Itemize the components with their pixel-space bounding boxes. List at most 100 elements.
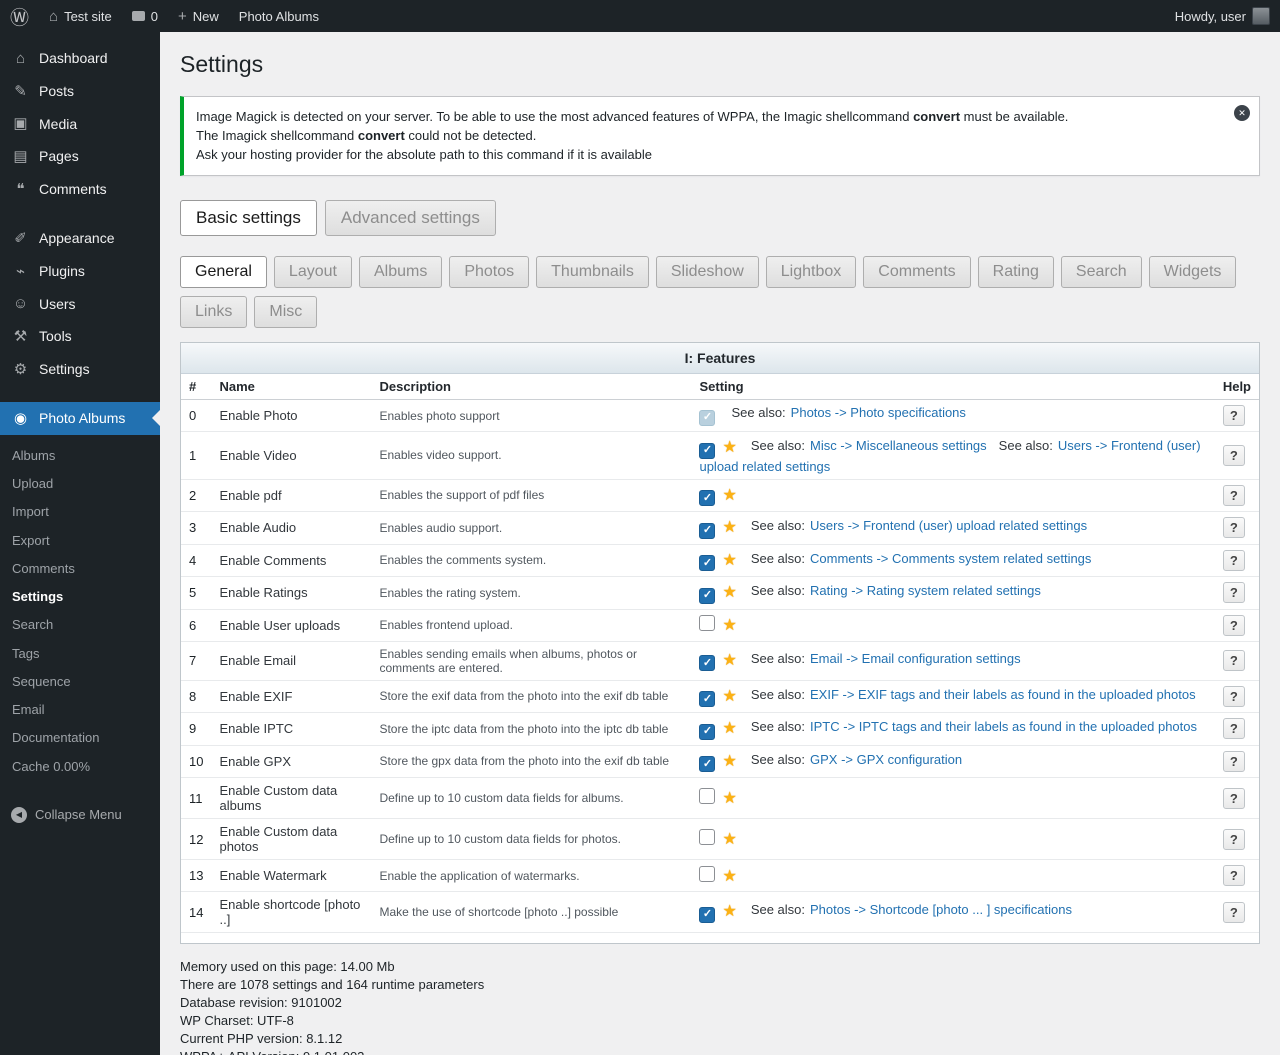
see-also-link[interactable]: Comments -> Comments system related sett…: [810, 551, 1091, 566]
star-icon: ★: [722, 720, 736, 737]
tab-search[interactable]: Search: [1061, 256, 1142, 288]
tab-widgets[interactable]: Widgets: [1149, 256, 1237, 288]
tab-links[interactable]: Links: [180, 296, 247, 328]
photo-albums-toolbar-link[interactable]: Photo Albums: [229, 0, 329, 32]
submenu-item-cache-0-00[interactable]: Cache 0.00%: [0, 753, 160, 781]
help-button[interactable]: ?: [1223, 517, 1245, 538]
sidebar-item-media[interactable]: ▣Media: [0, 108, 160, 141]
help-button[interactable]: ?: [1223, 445, 1245, 466]
new-content-menu[interactable]: + New: [168, 0, 229, 32]
see-also-link[interactable]: EXIF -> EXIF tags and their labels as fo…: [810, 687, 1196, 702]
tab-basic-settings[interactable]: Basic settings: [180, 200, 317, 236]
submenu-item-export[interactable]: Export: [0, 527, 160, 555]
see-also: See also:GPX -> GPX configuration: [751, 752, 962, 767]
help-button[interactable]: ?: [1223, 650, 1245, 671]
help-button[interactable]: ?: [1223, 718, 1245, 739]
setting-checkbox[interactable]: [699, 615, 715, 631]
admin-notice: Image Magick is detected on your server.…: [180, 96, 1260, 176]
setting-checkbox[interactable]: ✓: [699, 490, 715, 506]
help-button[interactable]: ?: [1223, 829, 1245, 850]
help-button[interactable]: ?: [1223, 485, 1245, 506]
setting-checkbox[interactable]: ✓: [699, 555, 715, 571]
submenu-item-import[interactable]: Import: [0, 498, 160, 526]
setting-description: Define up to 10 custom data fields for p…: [371, 819, 691, 860]
submenu-item-settings[interactable]: Settings: [0, 583, 160, 611]
sidebar-item-comments[interactable]: ❝Comments: [0, 173, 160, 206]
setting-checkbox[interactable]: ✓: [699, 443, 715, 459]
dismiss-notice-icon[interactable]: ✕: [1234, 105, 1250, 121]
tab-albums[interactable]: Albums: [359, 256, 442, 288]
sidebar-item-appearance[interactable]: ✐Appearance: [0, 222, 160, 255]
setting-checkbox[interactable]: ✓: [699, 410, 715, 426]
submenu-item-albums[interactable]: Albums: [0, 442, 160, 470]
sidebar-item-photo-albums[interactable]: ◉ Photo Albums: [0, 402, 160, 435]
help-button[interactable]: ?: [1223, 550, 1245, 571]
see-also: See also:Photos -> Shortcode [photo ... …: [751, 902, 1072, 917]
setting-cell: ★: [691, 609, 1214, 641]
see-also-link[interactable]: Users -> Frontend (user) upload related …: [810, 518, 1087, 533]
collapse-menu-button[interactable]: ◀ Collapse Menu: [0, 799, 160, 831]
help-button[interactable]: ?: [1223, 865, 1245, 886]
setting-checkbox[interactable]: [699, 866, 715, 882]
help-button[interactable]: ?: [1223, 788, 1245, 809]
tab-photos[interactable]: Photos: [449, 256, 529, 288]
comment-bubble-icon: ❝: [11, 182, 30, 197]
submenu-item-comments[interactable]: Comments: [0, 555, 160, 583]
setting-checkbox[interactable]: [699, 788, 715, 804]
tab-advanced-settings[interactable]: Advanced settings: [325, 200, 496, 236]
tab-comments[interactable]: Comments: [863, 256, 970, 288]
star-icon: ★: [722, 584, 736, 601]
submenu-item-documentation[interactable]: Documentation: [0, 724, 160, 752]
help-button[interactable]: ?: [1223, 405, 1245, 426]
tab-misc[interactable]: Misc: [254, 296, 317, 328]
setting-checkbox[interactable]: ✓: [699, 756, 715, 772]
setting-checkbox[interactable]: ✓: [699, 588, 715, 604]
primary-tabs: Basic settingsAdvanced settings: [180, 200, 1260, 244]
table-row: 3Enable AudioEnables audio support.✓★See…: [181, 512, 1259, 545]
sidebar-item-posts[interactable]: ✎Posts: [0, 75, 160, 108]
sidebar-item-label: Settings: [39, 361, 90, 378]
setting-cell: ★: [691, 778, 1214, 819]
submenu-item-search[interactable]: Search: [0, 611, 160, 639]
tab-general[interactable]: General: [180, 256, 267, 288]
help-button[interactable]: ?: [1223, 582, 1245, 603]
setting-checkbox[interactable]: ✓: [699, 523, 715, 539]
comments-indicator[interactable]: 0: [122, 0, 168, 32]
tab-lightbox[interactable]: Lightbox: [766, 256, 857, 288]
tab-thumbnails[interactable]: Thumbnails: [536, 256, 649, 288]
submenu-item-sequence[interactable]: Sequence: [0, 668, 160, 696]
sidebar-item-settings[interactable]: ⚙Settings: [0, 353, 160, 386]
help-button[interactable]: ?: [1223, 686, 1245, 707]
sidebar-item-dashboard[interactable]: ⌂Dashboard: [0, 42, 160, 75]
submenu-item-tags[interactable]: Tags: [0, 640, 160, 668]
submenu-item-email[interactable]: Email: [0, 696, 160, 724]
help-button[interactable]: ?: [1223, 615, 1245, 636]
row-number: 9: [181, 713, 211, 746]
setting-checkbox[interactable]: ✓: [699, 724, 715, 740]
see-also-link[interactable]: Rating -> Rating system related settings: [810, 583, 1041, 598]
sidebar-item-pages[interactable]: ▤Pages: [0, 140, 160, 173]
sidebar-item-plugins[interactable]: ⌁Plugins: [0, 255, 160, 288]
setting-checkbox[interactable]: [699, 829, 715, 845]
see-also-link[interactable]: Photos -> Shortcode [photo ... ] specifi…: [810, 902, 1072, 917]
help-button[interactable]: ?: [1223, 751, 1245, 772]
sidebar-item-tools[interactable]: ⚒Tools: [0, 320, 160, 353]
see-also-link[interactable]: Email -> Email configuration settings: [810, 651, 1021, 666]
setting-checkbox[interactable]: ✓: [699, 655, 715, 671]
see-also-link[interactable]: Photos -> Photo specifications: [791, 405, 966, 420]
wordpress-logo-menu[interactable]: Ⓦ: [0, 0, 39, 32]
tab-slideshow[interactable]: Slideshow: [656, 256, 759, 288]
help-button[interactable]: ?: [1223, 902, 1245, 923]
help-cell: ?: [1215, 577, 1259, 610]
see-also-link[interactable]: IPTC -> IPTC tags and their labels as fo…: [810, 719, 1197, 734]
setting-checkbox[interactable]: ✓: [699, 691, 715, 707]
tab-layout[interactable]: Layout: [274, 256, 352, 288]
account-menu[interactable]: Howdy, user: [1165, 0, 1280, 32]
submenu-item-upload[interactable]: Upload: [0, 470, 160, 498]
tab-rating[interactable]: Rating: [978, 256, 1054, 288]
see-also-link[interactable]: Misc -> Miscellaneous settings: [810, 438, 987, 453]
site-name-link[interactable]: ⌂ Test site: [39, 0, 122, 32]
see-also-link[interactable]: GPX -> GPX configuration: [810, 752, 962, 767]
setting-checkbox[interactable]: ✓: [699, 907, 715, 923]
sidebar-item-users[interactable]: ☺Users: [0, 288, 160, 321]
